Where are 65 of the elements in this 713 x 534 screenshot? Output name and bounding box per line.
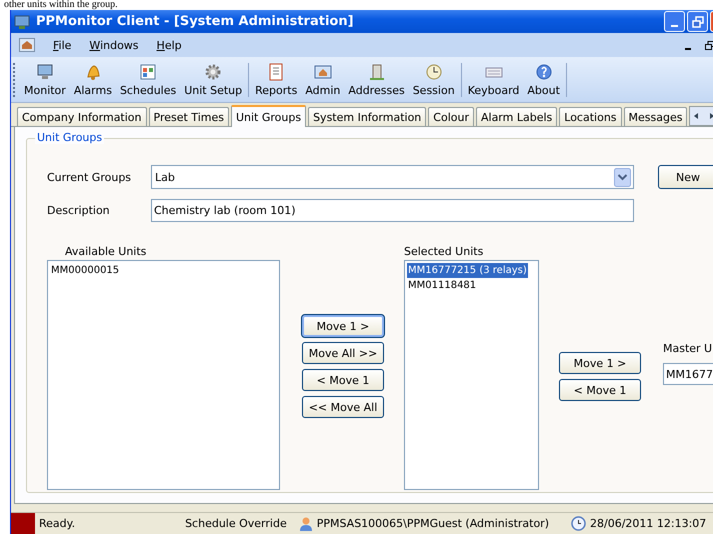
- list-item[interactable]: MM16777215 (3 relays): [407, 263, 528, 278]
- toolbar-button[interactable]: Addresses: [344, 62, 409, 97]
- toolbar-button[interactable]: Session: [408, 62, 459, 97]
- toolbar-button[interactable]: About: [523, 62, 564, 97]
- clock-icon: [424, 62, 444, 82]
- tab[interactable]: Messages: [624, 107, 688, 126]
- menu-item[interactable]: Windows: [89, 38, 139, 52]
- field-label: Master U: [663, 342, 713, 355]
- status-time: 28/06/2011 12:13:07: [590, 517, 706, 530]
- monitor-icon: [14, 14, 30, 30]
- field-label: Description: [47, 204, 111, 217]
- tab[interactable]: Locations: [559, 107, 622, 126]
- move-button[interactable]: < Move 1: [559, 379, 641, 401]
- toolbar-grip-icon: [13, 62, 16, 98]
- list-item[interactable]: MM01118481: [407, 278, 478, 293]
- list-label: Available Units: [64, 245, 148, 258]
- menu-item[interactable]: Help: [156, 38, 182, 52]
- maximize-button[interactable]: [687, 11, 708, 32]
- available-units-list[interactable]: MM00000015: [47, 260, 280, 490]
- minimize-icon: [671, 24, 678, 26]
- window-title: PPMonitor Client - [System Administration]: [36, 14, 354, 29]
- move-button[interactable]: Move All >>: [302, 342, 384, 364]
- list-label: Selected Units: [404, 245, 484, 258]
- list-item[interactable]: MM00000015: [50, 263, 120, 278]
- toolbar-button[interactable]: Schedules: [116, 62, 180, 97]
- field-label: Current Groups: [47, 170, 132, 184]
- toolbar-button[interactable]: Alarms: [70, 62, 116, 97]
- description-field[interactable]: Chemistry lab (room 101): [151, 199, 634, 222]
- toolbar-button[interactable]: Unit Setup: [180, 62, 246, 97]
- toolbar-button[interactable]: Keyboard: [464, 62, 524, 97]
- status-user: PPMSAS100065\PPMGuest (Administrator): [316, 517, 549, 530]
- selected-units-list[interactable]: MM16777215 (3 relays) MM01118481: [404, 260, 539, 490]
- tab[interactable]: Unit Groups: [230, 105, 306, 127]
- move-button[interactable]: < Move 1: [302, 369, 384, 391]
- tab[interactable]: System Information: [308, 107, 426, 126]
- new-button[interactable]: New: [658, 165, 713, 189]
- toolbar-button[interactable]: Monitor: [20, 62, 70, 97]
- move-button[interactable]: Move 1 >: [302, 315, 384, 337]
- minimize-button[interactable]: [664, 11, 685, 32]
- master-unit-field[interactable]: MM1677: [663, 363, 713, 385]
- move-button[interactable]: Move 1 >: [559, 352, 641, 374]
- tab[interactable]: Alarm Labels: [476, 107, 558, 126]
- document-text: other units within the group.: [3, 0, 119, 10]
- clock-icon: [571, 516, 586, 531]
- help-icon: [534, 62, 554, 82]
- tab[interactable]: Preset Times: [148, 107, 229, 126]
- group-title: Unit Groups: [35, 131, 104, 144]
- status-indicator: [11, 513, 35, 534]
- tab[interactable]: Colour: [428, 107, 474, 126]
- groups-dropdown[interactable]: Lab: [151, 165, 634, 189]
- gear-icon: [203, 62, 224, 82]
- status-text: Ready.: [39, 517, 76, 530]
- toolbar-button[interactable]: Admin: [301, 62, 344, 97]
- menu-item[interactable]: File: [53, 38, 72, 52]
- toolbar-button[interactable]: Reports: [251, 62, 302, 97]
- tab[interactable]: Company Information: [17, 107, 147, 126]
- restore-icon: [692, 16, 704, 28]
- tab-scroll-arrows[interactable]: [689, 106, 713, 126]
- restore-icon[interactable]: [705, 40, 713, 50]
- calendar-icon: [138, 62, 158, 82]
- user-icon: [298, 516, 313, 531]
- status-mode: Schedule Override: [185, 517, 287, 530]
- move-button[interactable]: << Move All: [302, 396, 384, 418]
- house-icon[interactable]: [19, 38, 35, 52]
- monitor-icon: [34, 62, 55, 82]
